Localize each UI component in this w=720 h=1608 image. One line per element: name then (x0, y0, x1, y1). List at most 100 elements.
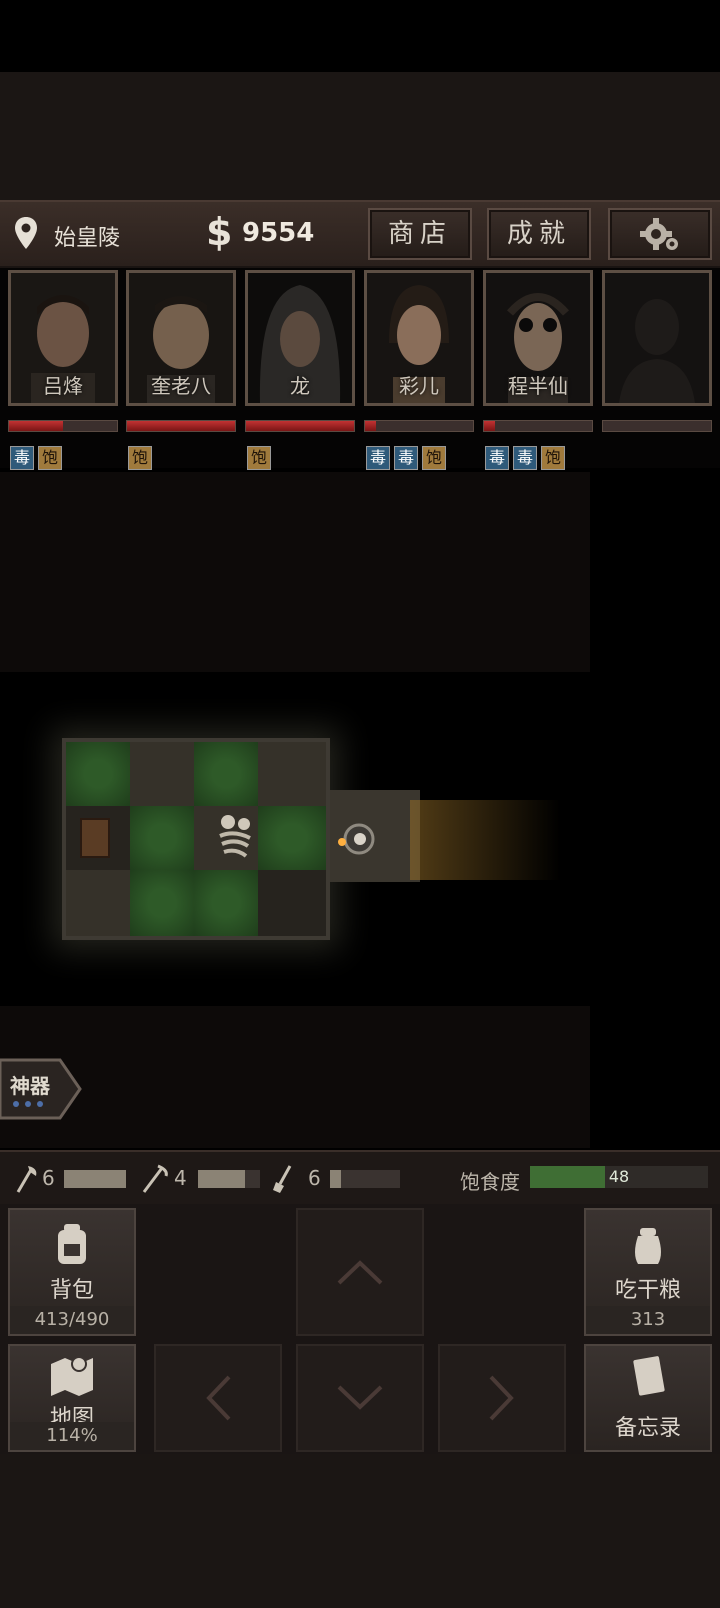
axe-count: 6 (42, 1166, 55, 1190)
unexplored-area (0, 1006, 590, 1148)
character-name: 程半仙 (508, 374, 568, 398)
map-button[interactable]: 地图 114% (8, 1344, 136, 1452)
satiety-bar: 48 (530, 1166, 708, 1188)
character-name: 奎老八 (151, 374, 211, 398)
floor-tile (258, 870, 326, 936)
full-status-badge[interactable]: 饱 (128, 446, 152, 470)
move-left-button[interactable] (154, 1344, 282, 1452)
portrait-card[interactable]: 吕烽 (8, 270, 118, 406)
shovel-icon (273, 1165, 292, 1193)
grass-tile (130, 870, 194, 936)
grass-tile (194, 870, 258, 936)
shop-button[interactable]: 商店 (368, 208, 472, 260)
artifact-label: 神器 (10, 1074, 50, 1098)
health-bar (364, 420, 474, 432)
notebook-icon (633, 1356, 665, 1396)
status-effects: 饱 (128, 446, 152, 470)
status-effects: 饱 (247, 446, 271, 470)
floor-tile (130, 742, 194, 806)
rations-count: 313 (586, 1306, 710, 1334)
pickaxe-count: 4 (174, 1166, 187, 1190)
bottom-spacer (0, 1454, 720, 1608)
shovel-durability-bar (330, 1170, 400, 1188)
party-panel: 吕烽 奎老八 龙 彩儿 程半仙 毒 饱 饱 饱 毒 毒 饱 毒 毒 饱 (0, 268, 720, 470)
poisoned-status-badge[interactable]: 毒 (394, 446, 418, 470)
full-status-badge[interactable]: 饱 (247, 446, 271, 470)
money-icon: $ (206, 210, 233, 254)
health-bar (483, 420, 593, 432)
health-bar-fill (127, 421, 235, 431)
portrait-card[interactable]: 彩儿 (364, 270, 474, 406)
satiety-value: 48 (608, 1167, 630, 1186)
chest-icon[interactable] (80, 818, 110, 858)
top-bar: 始皇陵 $ 9554 商店 成就 (0, 200, 720, 268)
move-up-button[interactable] (296, 1208, 424, 1336)
poisoned-status-badge[interactable]: 毒 (485, 446, 509, 470)
eat-rations-label: 吃干粮 (614, 1278, 681, 1303)
unexplored-area (0, 472, 590, 672)
axe-icon (16, 1166, 37, 1193)
controls-panel: 背包 413/490 吃干粮 313 地图 114% 备忘录 (0, 1204, 720, 1454)
health-bar (8, 420, 118, 432)
map-icon (51, 1356, 93, 1396)
grass-tile (130, 806, 194, 870)
poisoned-status-badge[interactable]: 毒 (10, 446, 34, 470)
move-right-button[interactable] (438, 1344, 566, 1452)
chevron-up-icon (337, 1260, 383, 1285)
eat-rations-button[interactable]: 吃干粮 313 (584, 1208, 712, 1336)
memo-label: 备忘录 (614, 1416, 681, 1441)
settings-button[interactable] (608, 208, 712, 260)
status-effects: 毒毒饱 (485, 446, 565, 470)
flashlight-beam (410, 800, 560, 880)
pickaxe-icon (142, 1164, 168, 1193)
character-name: 吕烽 (43, 374, 83, 398)
skeleton-icon[interactable] (212, 812, 258, 862)
move-down-button[interactable] (296, 1344, 424, 1452)
backpack-capacity: 413/490 (10, 1306, 134, 1334)
character-name: 龙 (290, 374, 310, 398)
health-bar-fill (9, 421, 63, 431)
floor-tile (66, 870, 130, 936)
grass-tile (194, 742, 258, 806)
status-effects: 毒毒饱 (366, 446, 446, 470)
backpack-label: 背包 (49, 1278, 94, 1303)
gear-icon (640, 218, 678, 250)
grass-tile (258, 806, 326, 870)
location-name: 始皇陵 (54, 226, 121, 251)
money-value: 9554 (242, 218, 315, 248)
empty-portrait-slot[interactable] (602, 270, 712, 406)
poisoned-status-badge[interactable]: 毒 (513, 446, 537, 470)
portrait-card[interactable]: 奎老八 (126, 270, 236, 406)
character-name: 彩儿 (399, 374, 439, 398)
player-icon (338, 823, 375, 855)
satiety-label: 饱食度 (460, 1170, 520, 1194)
full-status-badge[interactable]: 饱 (541, 446, 565, 470)
pickaxe-durability-bar (198, 1170, 260, 1188)
floor-tile (258, 742, 326, 806)
tools-bar: 6 4 6 饱食度 48 (0, 1150, 720, 1204)
achievements-button[interactable]: 成就 (487, 208, 591, 260)
status-effects: 毒饱 (10, 446, 62, 470)
poisoned-status-badge[interactable]: 毒 (366, 446, 390, 470)
full-status-badge[interactable]: 饱 (38, 446, 62, 470)
empty-silhouette-icon (605, 273, 709, 403)
header-spacer (0, 72, 720, 200)
map-explored-percent: 114% (10, 1422, 134, 1450)
artifact-tab[interactable]: 神器 (0, 1058, 82, 1120)
health-bar (126, 420, 236, 432)
location-pin-icon (15, 217, 37, 249)
health-bar-fill (365, 421, 376, 431)
backpack-button[interactable]: 背包 413/490 (8, 1208, 136, 1336)
top-letterbox (0, 0, 720, 72)
chevron-down-icon (337, 1385, 383, 1410)
health-bar-fill (246, 421, 354, 431)
full-status-badge[interactable]: 饱 (422, 446, 446, 470)
chevron-right-icon (489, 1375, 514, 1421)
rations-bag-icon (635, 1228, 661, 1264)
backpack-icon (58, 1224, 86, 1264)
portrait-card[interactable]: 龙 (245, 270, 355, 406)
portrait-card[interactable]: 程半仙 (483, 270, 593, 406)
memo-button[interactable]: 备忘录 (584, 1344, 712, 1452)
axe-durability-bar (64, 1170, 126, 1188)
health-bar (602, 420, 712, 432)
